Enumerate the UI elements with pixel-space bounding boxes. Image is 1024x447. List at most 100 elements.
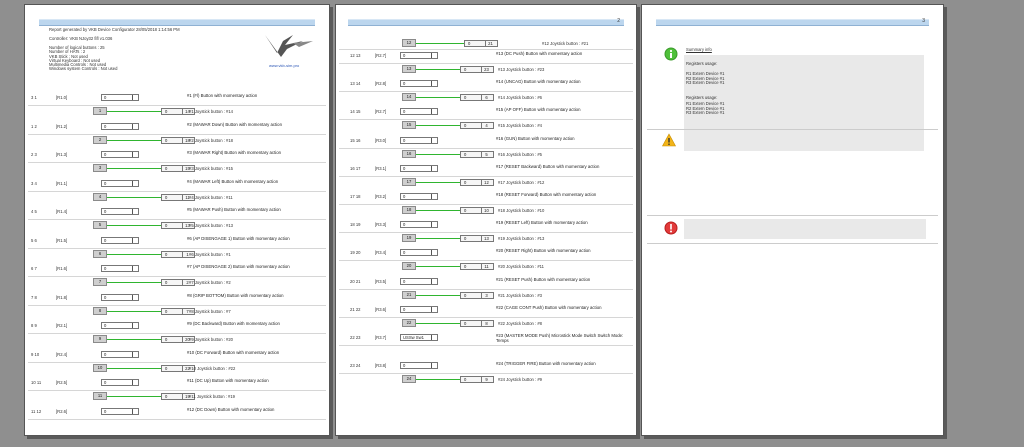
joystick-button-label: #21 Joystick button : #3: [498, 292, 542, 298]
row-separator: [28, 418, 326, 420]
warnings-panel: [684, 131, 924, 151]
logical-value: 0: [165, 337, 168, 342]
logical-value: 0: [464, 151, 467, 157]
value-field[interactable]: 0: [400, 362, 438, 370]
logical-button[interactable]: 21: [402, 290, 416, 299]
logical-button[interactable]: 1: [93, 107, 107, 115]
value-field[interactable]: 0: [101, 151, 139, 158]
value-field[interactable]: 0: [101, 208, 139, 215]
value-field[interactable]: 0: [400, 164, 438, 172]
joystick-button-label: #3 Joystick button : #15: [189, 166, 233, 171]
value-field[interactable]: 0: [400, 249, 438, 257]
value-field[interactable]: 0: [101, 122, 139, 130]
button-description: #19 (RESET Left) Button with momentary a…: [496, 220, 588, 226]
logical-value-field[interactable]: 08: [460, 319, 494, 327]
row-separator: [339, 49, 633, 50]
logical-value-field[interactable]: 05: [460, 150, 494, 158]
value-cursor: [431, 137, 432, 143]
button-description: #11 (DC Up) Button with momentary action: [187, 378, 269, 383]
value-field[interactable]: 0: [400, 305, 438, 313]
logical-value-field[interactable]: 04: [460, 122, 494, 130]
header-line: Controller: VKB NJoy32 fifl v1.036: [49, 36, 113, 41]
row-separator: [28, 361, 326, 363]
logical-button[interactable]: 14: [402, 93, 416, 102]
value-field[interactable]: 0: [400, 108, 438, 116]
value-field[interactable]: 0: [400, 221, 438, 229]
page-number: 3: [922, 18, 925, 24]
logical-button[interactable]: 13: [402, 65, 416, 73]
report-page-2: 2 12 0 21 #12 Joystick button : #21 12 13 [R2…: [335, 4, 637, 436]
value-field[interactable]: 0: [400, 136, 438, 144]
value-field[interactable]: 0: [101, 94, 139, 101]
value-field[interactable]: 0: [101, 322, 139, 329]
logical-button[interactable]: 17: [402, 177, 416, 186]
register-label: [R1.4]: [56, 209, 68, 214]
value-field[interactable]: 0: [101, 179, 139, 187]
register-label: [R2.1]: [56, 323, 68, 328]
row-separator: [28, 133, 326, 135]
logical-button[interactable]: 7: [93, 278, 107, 286]
button-description: #1 (Fl) Button with momentary action: [187, 93, 258, 98]
logical-value: 0: [464, 320, 467, 326]
logical-button[interactable]: 16: [402, 149, 416, 158]
logical-button[interactable]: 6: [93, 249, 107, 258]
logical-value-field[interactable]: 09: [460, 376, 494, 384]
logical-button[interactable]: 15: [402, 121, 416, 130]
logical-value-field[interactable]: 03: [460, 291, 494, 299]
logical-button[interactable]: 22: [402, 318, 416, 327]
logical-button[interactable]: 3: [93, 164, 107, 172]
register-label: [R3.6]: [375, 306, 387, 312]
logical-value-field[interactable]: 06: [460, 94, 494, 102]
row-number: 4 5: [31, 209, 37, 214]
logical-button[interactable]: 8: [93, 306, 107, 315]
joystick-button-label: #7 Joystick button : #2: [189, 280, 231, 285]
value-text: 0: [104, 123, 107, 129]
value-field[interactable]: 0: [101, 407, 139, 415]
logical-button[interactable]: 24: [402, 375, 416, 384]
logical-value-field[interactable]: 0 10: [460, 207, 494, 214]
button-description: #24 (TRIGGER FIRE) Button with momentary…: [496, 361, 596, 367]
value-field[interactable]: 0: [400, 193, 438, 200]
joystick-button-label: #1 Joystick button : #14: [189, 109, 233, 114]
button-description: #23 (MASTER MODE Push) Microstick Mode S…: [496, 333, 624, 343]
value-field[interactable]: 0: [101, 350, 139, 358]
logical-button[interactable]: 10: [93, 363, 107, 372]
value-field[interactable]: 0: [101, 379, 139, 386]
warning-icon: [662, 133, 676, 147]
value-field[interactable]: 0: [400, 277, 438, 285]
value-cursor: [431, 306, 432, 312]
value-field[interactable]: 0: [101, 265, 139, 272]
joystick-id: 3: [481, 292, 491, 298]
logo-url[interactable]: www.vkb-sim.pro: [269, 63, 299, 68]
logical-button[interactable]: 19: [402, 234, 416, 243]
row-separator: [28, 190, 326, 192]
value-field[interactable]: 0: [400, 52, 438, 59]
logical-button[interactable]: 9: [93, 335, 107, 343]
joystick-button-label: #13 Joystick button : #23: [498, 67, 545, 72]
value-field[interactable]: 0: [101, 293, 139, 301]
logical-button[interactable]: 11: [93, 392, 107, 400]
logical-button[interactable]: 4: [93, 192, 107, 201]
row-number: 3 4: [31, 180, 37, 186]
button-description: #14 (UNCAG) Button with momentary action: [496, 79, 581, 85]
value-field[interactable]: 0: [101, 236, 139, 244]
register-label: [R1.3]: [56, 152, 68, 157]
value-field[interactable]: 0: [400, 80, 438, 88]
logical-button[interactable]: 20: [402, 262, 416, 271]
logical-value-field[interactable]: 0 12: [460, 178, 494, 186]
register-label: [R2.7]: [375, 53, 387, 58]
logical-value-field[interactable]: 0 23: [460, 66, 494, 73]
logical-button[interactable]: 12: [402, 39, 416, 47]
logical-button[interactable]: 5: [93, 221, 107, 229]
value-field[interactable]: USSw Sw1: [400, 334, 438, 341]
logical-button[interactable]: 18: [402, 206, 416, 214]
register-label: [R1.5]: [56, 237, 68, 243]
joystick-id: 12: [481, 179, 491, 185]
logical-value-field[interactable]: 0 13: [460, 235, 494, 243]
row-separator: [339, 119, 633, 121]
registers-usage-label-2: Registers usage:: [686, 95, 718, 100]
value-cursor: [132, 237, 133, 243]
logical-value-field[interactable]: 0 21: [464, 40, 498, 47]
logical-value-field[interactable]: 0 11: [460, 263, 494, 271]
logical-button[interactable]: 2: [93, 135, 107, 144]
